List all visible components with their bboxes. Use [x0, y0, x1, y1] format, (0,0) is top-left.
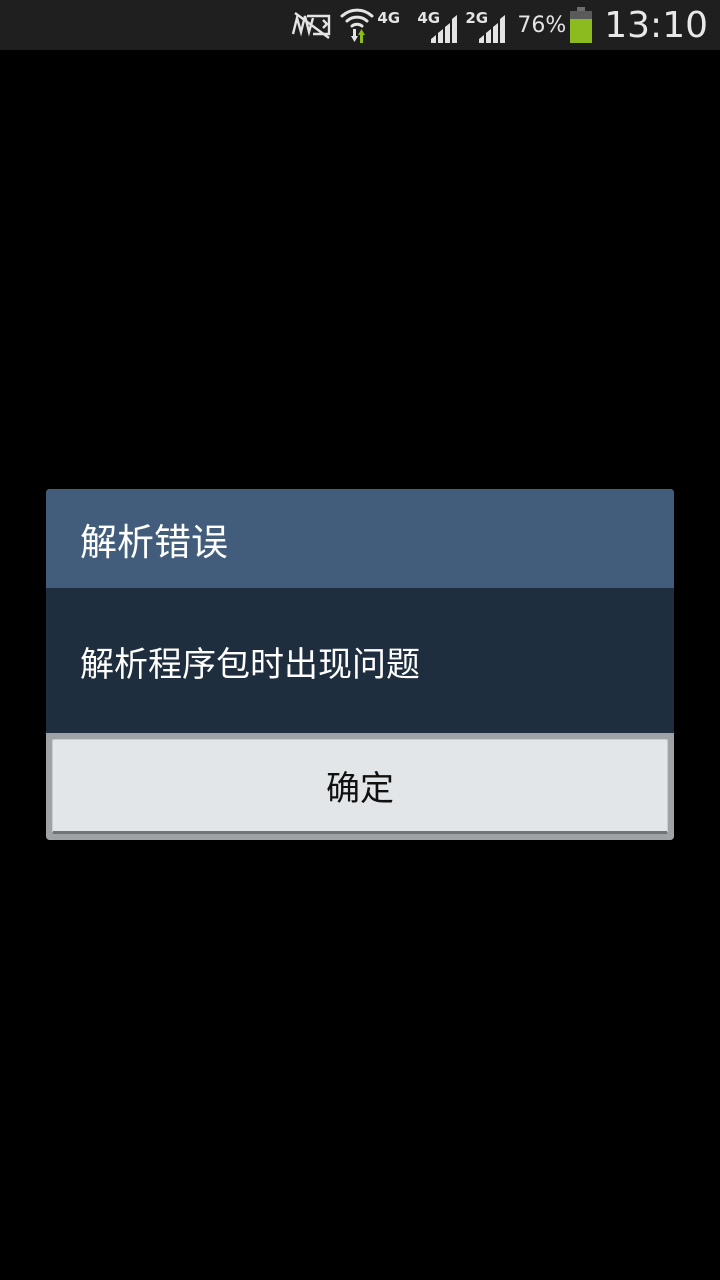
signal-4g-icon: 4G	[417, 5, 463, 45]
dialog-title-bar: 解析错误	[46, 489, 674, 590]
ok-button[interactable]: 确定	[52, 739, 668, 834]
no-sim-icon	[291, 10, 333, 40]
battery-percent: 76%	[517, 12, 567, 38]
wifi-icon	[339, 5, 375, 45]
dialog-body: 解析程序包时出现问题	[46, 590, 674, 733]
signal-2g-icon: 2G	[465, 5, 511, 45]
signal-4g-icon: 4G	[377, 5, 415, 45]
dialog-title: 解析错误	[80, 520, 228, 564]
screen: 4G 4G 2G 76% 13:10 解析错误 解析程序包时出现问题 确定	[0, 0, 720, 1280]
battery-icon	[570, 7, 593, 43]
status-bar: 4G 4G 2G 76% 13:10	[0, 0, 720, 50]
error-dialog: 解析错误 解析程序包时出现问题 确定	[46, 489, 674, 840]
network-type-label: 4G	[377, 9, 401, 27]
ok-button-label: 确定	[326, 769, 394, 809]
clock: 13:10	[604, 4, 708, 46]
dialog-message: 解析程序包时出现问题	[80, 645, 420, 685]
dialog-footer: 确定	[46, 733, 674, 840]
